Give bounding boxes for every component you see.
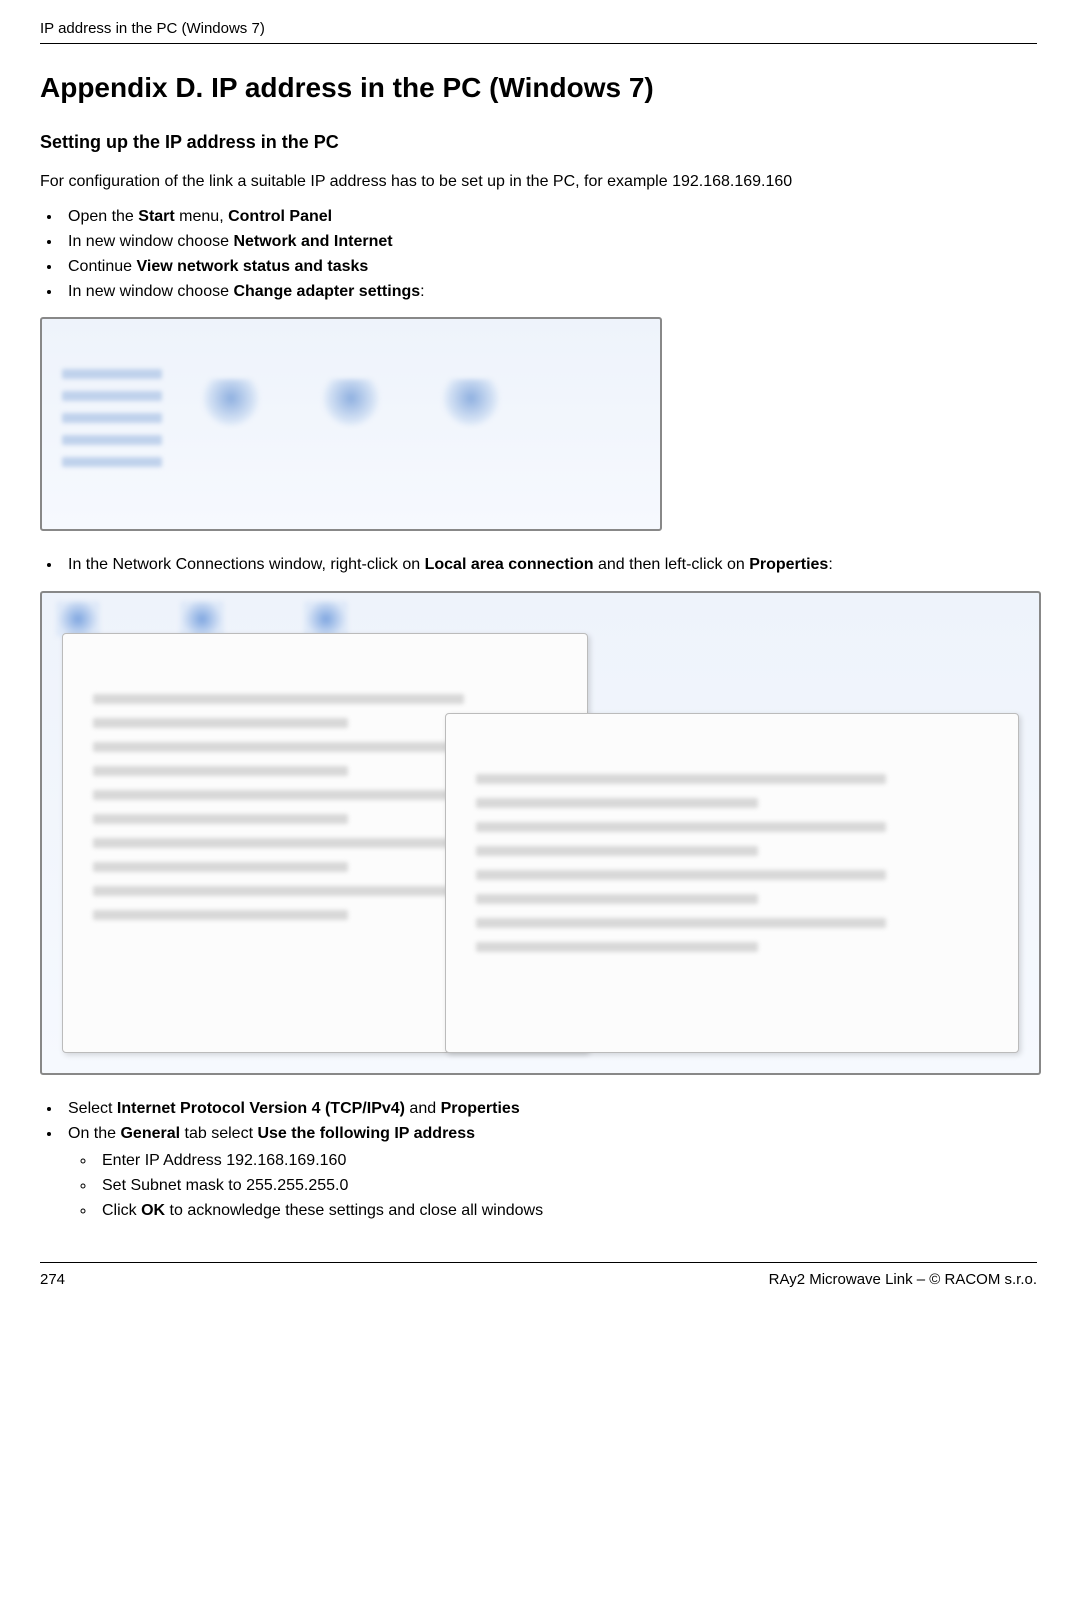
instruction-list: Open the Start menu, Control Panel In ne… <box>62 205 1037 304</box>
network-icon <box>441 379 501 427</box>
list-item: Open the Start menu, Control Panel <box>62 205 1037 228</box>
list-item: In new window choose Change adapter sett… <box>62 280 1037 303</box>
list-item: Enter IP Address 192.168.169.160 <box>96 1149 1037 1172</box>
list-item: Select Internet Protocol Version 4 (TCP/… <box>62 1097 1037 1120</box>
network-icon <box>201 379 261 427</box>
network-icon <box>321 379 381 427</box>
instruction-list: Select Internet Protocol Version 4 (TCP/… <box>62 1097 1037 1223</box>
adapter-icon <box>180 601 224 637</box>
section-heading: Setting up the IP address in the PC <box>40 132 1037 153</box>
footer-copyright: RAy2 Microwave Link – © RACOM s.r.o. <box>769 1271 1037 1288</box>
list-item: In new window choose Network and Interne… <box>62 230 1037 253</box>
list-item: On the General tab select Use the follow… <box>62 1122 1037 1223</box>
intro-paragraph: For configuration of the link a suitable… <box>40 171 1037 193</box>
adapter-icon <box>304 601 348 637</box>
list-item: Continue View network status and tasks <box>62 255 1037 278</box>
page-footer: 274 RAy2 Microwave Link – © RACOM s.r.o. <box>40 1262 1037 1288</box>
running-header: IP address in the PC (Windows 7) <box>40 20 1037 44</box>
screenshot-connection-properties <box>40 591 1041 1075</box>
page-title: Appendix D. IP address in the PC (Window… <box>40 72 1037 104</box>
instruction-sublist: Enter IP Address 192.168.169.160 Set Sub… <box>96 1149 1037 1223</box>
instruction-list: In the Network Connections window, right… <box>62 553 1037 576</box>
list-item: Click OK to acknowledge these settings a… <box>96 1199 1037 1222</box>
list-item: Set Subnet mask to 255.255.255.0 <box>96 1174 1037 1197</box>
ipv4-dialog <box>445 713 1019 1053</box>
adapter-icon <box>56 601 100 637</box>
list-item: In the Network Connections window, right… <box>62 553 1037 576</box>
screenshot-network-sharing <box>40 317 662 531</box>
page-number: 274 <box>40 1271 65 1288</box>
